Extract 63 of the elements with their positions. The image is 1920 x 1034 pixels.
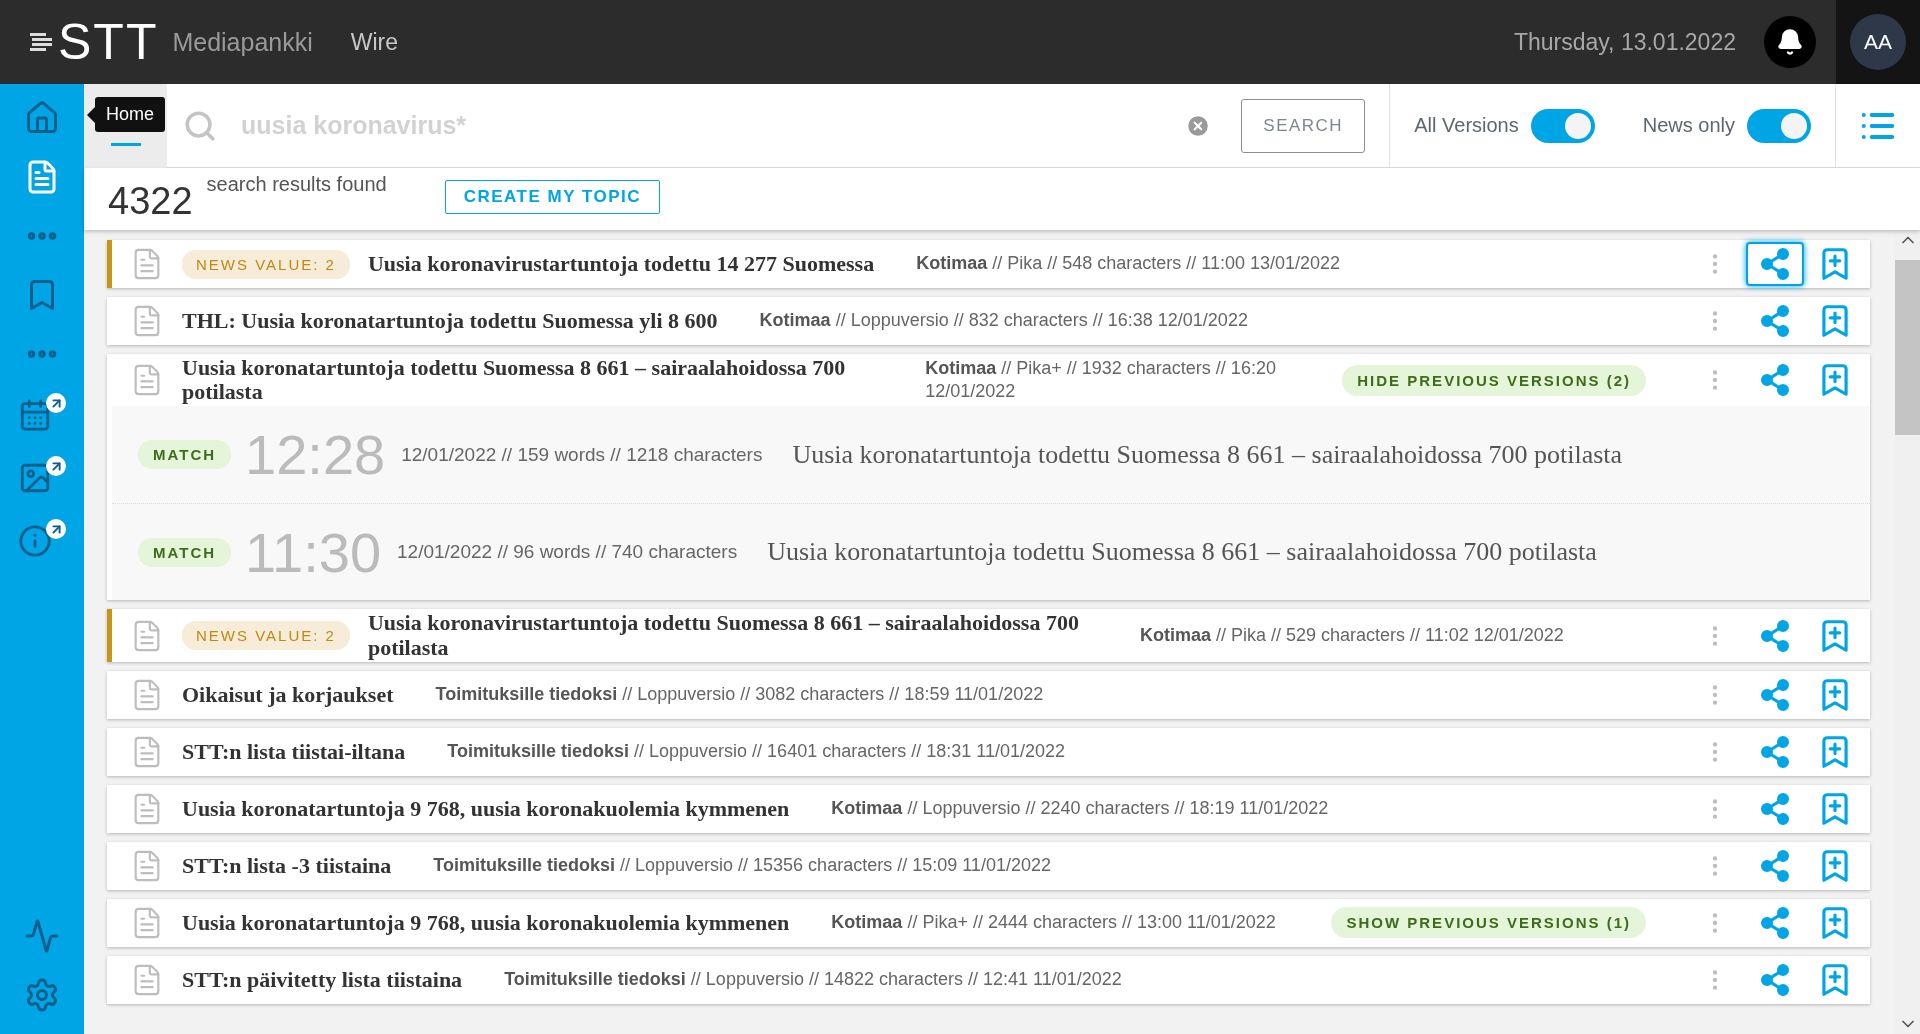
version-meta: 12/01/2022 // 96 words // 740 characters <box>397 541 738 564</box>
share-icon <box>1758 363 1792 398</box>
search-button[interactable]: SEARCH <box>1241 98 1366 153</box>
version-title: Uusia koronatartuntoja todettu Suomessa 8 661 – sairaalahoidossa 700 potilasta <box>792 439 1623 470</box>
news-value-badge: NEWS VALUE: 2 <box>182 621 350 651</box>
versions-button[interactable]: HIDE PREVIOUS VERSIONS (2) <box>1342 364 1646 396</box>
share-icon <box>1758 677 1792 712</box>
version-row[interactable]: MATCH 12:28 12/01/2022 // 159 words // 1218 characters Uusia koronatartuntoja todettu Suomessa 8 661 – sairaalahoidossa 700 potilasta <box>112 406 1870 504</box>
share-icon <box>1758 962 1792 997</box>
logo-icon <box>30 31 54 53</box>
share-icon <box>1758 791 1792 826</box>
search-icon <box>183 108 217 143</box>
article-meta: Toimituksille tiedoksi // Loppuversio // 14822 characters // 12:41 11/01/2022 <box>504 968 1122 992</box>
version-time: 12:28 <box>245 422 386 488</box>
article-title[interactable]: STT:n päivitetty lista tiistaina <box>182 967 463 992</box>
version-time: 11:30 <box>245 519 382 585</box>
result-label: search results found <box>206 173 387 196</box>
toggle-label: All Versions <box>1414 114 1519 137</box>
versions-button[interactable]: SHOW PREVIOUS VERSIONS (1) <box>1331 907 1646 939</box>
article-title[interactable]: Uusia koronatartuntoja 9 768, uusia koronakuolemia kymmenen <box>182 910 790 935</box>
match-badge: MATCH <box>138 440 232 470</box>
article-meta: Kotimaa // Pika // 548 characters // 11:00 13/01/2022 <box>916 252 1341 276</box>
article-title[interactable]: STT:n lista tiistai-iltana <box>182 739 406 764</box>
article-meta: Toimituksille tiedoksi // Loppuversio // 3082 characters // 18:59 11/01/2022 <box>435 683 1044 707</box>
share-icon <box>1758 848 1792 883</box>
toggle-label: News only <box>1642 114 1735 137</box>
bell-icon <box>1776 28 1804 56</box>
article-meta: Toimituksille tiedoksi // Loppuversio // 15356 characters // 15:09 11/01/2022 <box>433 854 1051 878</box>
article-meta: Kotimaa // Pika+ // 2444 characters // 13:00 11/01/2022 <box>831 911 1276 935</box>
article-meta: Kotimaa // Loppuversio // 832 characters // 16:38 12/01/2022 <box>759 309 1248 333</box>
article-title[interactable]: Oikaisut ja korjaukset <box>182 682 394 707</box>
article-title[interactable]: STT:n lista -3 tiistaina <box>182 853 392 878</box>
share-icon <box>1758 734 1792 769</box>
toggle-switch[interactable] <box>1530 108 1595 143</box>
product-name: Mediapankki <box>172 27 313 57</box>
article-title[interactable]: Uusia koronavirustartuntoja todettu Suomessa 8 661 – sairaalahoidossa 700 potilasta <box>367 611 1098 660</box>
version-title: Uusia koronatartuntoja todettu Suomessa 8 661 – sairaalahoidossa 700 potilasta <box>767 537 1597 568</box>
article-title[interactable]: Uusia koronatartuntoja todettu Suomessa 8 661 – sairaalahoidossa 700 potilasta <box>182 356 884 405</box>
article-meta: Kotimaa // Pika+ // 1932 characters // 16:20 12/01/2022 <box>925 356 1277 404</box>
share-icon <box>1758 247 1792 281</box>
date-text: Thursday, 13.01.2022 <box>1513 28 1736 56</box>
notifications-button[interactable] <box>1764 16 1816 68</box>
article-meta: Kotimaa // Loppuversio // 2240 characters // 18:19 11/01/2022 <box>831 797 1329 821</box>
share-icon <box>1758 905 1792 940</box>
version-row[interactable]: MATCH 11:30 12/01/2022 // 96 words // 740 characters Uusia koronatartuntoja todettu Suomessa 8 661 – sairaalahoidossa 700 potilasta <box>112 503 1870 601</box>
tooltip: Home <box>95 97 165 132</box>
version-meta: 12/01/2022 // 159 words // 1218 characters <box>401 443 763 466</box>
share-icon <box>1758 304 1792 338</box>
share-button[interactable] <box>1746 242 1804 286</box>
logo-text: STT <box>58 17 159 67</box>
toggle-switch[interactable] <box>1747 108 1811 143</box>
article-meta: Kotimaa // Pika // 529 characters // 11:02 12/01/2022 <box>1139 623 1564 647</box>
result-count: 4322 <box>108 180 193 223</box>
article-title[interactable]: THL: Uusia koronatartuntoja todettu Suomessa yli 8 600 <box>182 308 718 334</box>
user-avatar[interactable]: AA <box>1850 14 1906 70</box>
wire-link[interactable]: Wire <box>350 28 399 56</box>
scroll-thumb[interactable] <box>1895 260 1920 435</box>
article-title[interactable]: Uusia koronatartuntoja 9 768, uusia koronakuolemia kymmenen <box>182 796 790 821</box>
share-icon <box>1758 618 1792 653</box>
article-title[interactable]: Uusia koronavirustartuntoja todettu 14 277 Suomessa <box>367 251 875 277</box>
match-badge: MATCH <box>138 537 232 567</box>
news-value-badge: NEWS VALUE: 2 <box>182 249 350 279</box>
article-meta: Toimituksille tiedoksi // Loppuversio // 16401 characters // 18:31 11/01/2022 <box>447 740 1065 764</box>
